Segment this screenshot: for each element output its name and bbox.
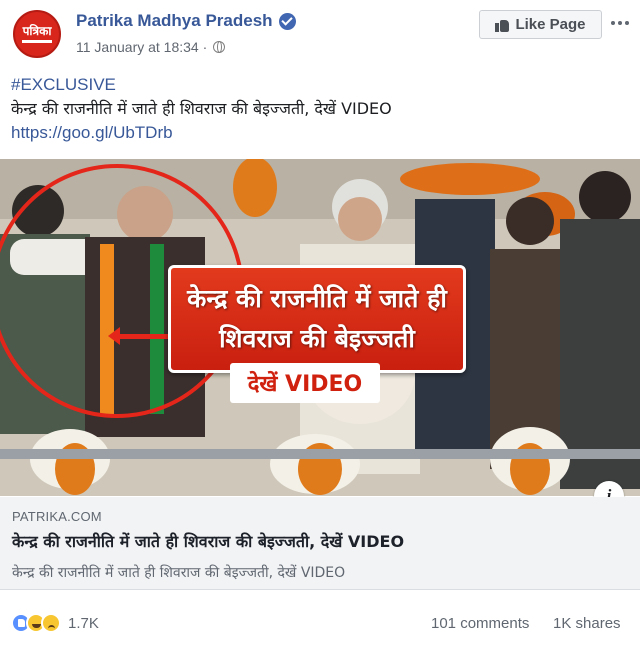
sad-icon: [41, 613, 61, 633]
preview-domain: PATRIKA.COM: [12, 509, 102, 524]
post-timestamp[interactable]: 11 January at 18:34 ·: [76, 39, 226, 55]
pointer-arrow: [108, 327, 170, 345]
page-avatar[interactable]: पत्रिका: [13, 10, 61, 58]
overlay-caption-box: केन्द्र की राजनीति में जाते ही शिवराज की…: [168, 265, 466, 373]
overlay-caption-line2: शिवराज की बेइज्जती: [219, 324, 415, 353]
reactions-summary[interactable]: 1.7K: [11, 613, 99, 633]
thumbs-up-icon: [495, 18, 510, 32]
post-url-link[interactable]: https://goo.gl/UbTDrb: [11, 121, 392, 145]
shares-count[interactable]: 1K shares: [553, 615, 621, 632]
post-image[interactable]: केन्द्र की राजनीति में जाते ही शिवराज की…: [0, 159, 640, 496]
hashtag-link[interactable]: #EXCLUSIVE: [11, 73, 392, 97]
more-options-icon[interactable]: [611, 14, 629, 32]
page-name-label[interactable]: Patrika Madhya Pradesh: [76, 11, 273, 31]
overlay-caption-line1: केन्द्र की राजनीति में जाते ही: [187, 284, 447, 313]
timestamp-label[interactable]: 11 January at 18:34 ·: [76, 39, 207, 55]
globe-icon: [213, 41, 226, 53]
link-preview[interactable]: PATRIKA.COM केन्द्र की राजनीति में जाते …: [0, 497, 640, 590]
preview-description: केन्द्र की राजनीति में जाते ही शिवराज की…: [12, 565, 346, 581]
reaction-count[interactable]: 1.7K: [68, 615, 99, 632]
page-name[interactable]: Patrika Madhya Pradesh: [76, 11, 296, 31]
comments-count[interactable]: 101 comments: [431, 615, 529, 632]
post-text: #EXCLUSIVE केन्द्र की राजनीति में जाते ह…: [11, 73, 392, 145]
avatar-logo-text: पत्रिका: [22, 24, 52, 38]
like-page-button[interactable]: Like Page: [479, 10, 602, 39]
preview-title[interactable]: केन्द्र की राजनीति में जाते ही शिवराज की…: [12, 530, 404, 552]
avatar-logo-bar: [22, 40, 52, 43]
facebook-post: पत्रिका Patrika Madhya Pradesh 11 Januar…: [0, 0, 640, 655]
post-headline: केन्द्र की राजनीति में जाते ही शिवराज की…: [11, 99, 392, 118]
like-page-label: Like Page: [515, 16, 586, 33]
verified-badge-icon: [278, 12, 296, 30]
watch-video-tag: देखें VIDEO: [230, 363, 380, 403]
